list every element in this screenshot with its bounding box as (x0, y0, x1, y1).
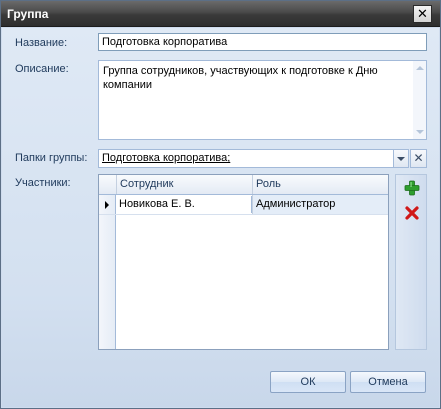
delete-x-icon (405, 206, 419, 220)
role-cell[interactable]: Администратор (252, 195, 388, 214)
employee-cell[interactable]: Новикова Е. В. ··· (116, 195, 267, 214)
members-grid: Сотрудник Роль Новикова Е. В. ··· Админи… (98, 174, 389, 350)
description-scrollbar[interactable] (413, 61, 426, 139)
employee-name: Новикова Е. В. (119, 198, 195, 210)
scroll-up-arrow-icon[interactable] (416, 66, 424, 70)
table-row[interactable]: Новикова Е. В. ··· Администратор (99, 195, 388, 215)
window-title: Группа (7, 7, 49, 21)
folders-label: Папки группы: (15, 152, 88, 164)
plus-icon (404, 180, 420, 196)
ok-button[interactable]: ОК (270, 371, 346, 393)
name-input[interactable] (98, 33, 427, 51)
dialog-body: Название: Описание: Группа сотрудников, … (2, 28, 439, 407)
scroll-down-arrow-icon[interactable] (416, 130, 424, 134)
clear-icon: ✕ (413, 151, 424, 165)
group-dialog: Группа ✕ Название: Описание: Группа сотр… (0, 0, 441, 409)
members-actions-panel (395, 174, 427, 350)
close-icon: ✕ (417, 6, 428, 21)
column-header-employee[interactable]: Сотрудник (116, 175, 252, 194)
folders-clear-button[interactable]: ✕ (410, 149, 427, 168)
column-header-role[interactable]: Роль (252, 175, 388, 194)
add-member-button[interactable] (404, 180, 420, 196)
description-text: Группа сотрудников, участвующих к подгот… (103, 65, 378, 91)
folders-value: Подготовка корпоратива; (102, 152, 231, 164)
name-label: Название: (15, 37, 68, 49)
close-button[interactable]: ✕ (413, 5, 432, 23)
members-label: Участники: (15, 177, 71, 189)
grid-header: Сотрудник Роль (99, 175, 388, 195)
dropdown-arrow-icon[interactable] (393, 150, 408, 167)
current-row-indicator-icon (105, 201, 109, 209)
cancel-button[interactable]: Отмена (350, 371, 426, 393)
delete-member-button[interactable] (404, 205, 420, 221)
folders-combobox[interactable]: Подготовка корпоратива; (98, 149, 409, 168)
description-textarea[interactable]: Группа сотрудников, участвующих к подгот… (98, 60, 427, 140)
description-label: Описание: (15, 63, 69, 75)
title-bar[interactable]: Группа ✕ (1, 1, 440, 27)
